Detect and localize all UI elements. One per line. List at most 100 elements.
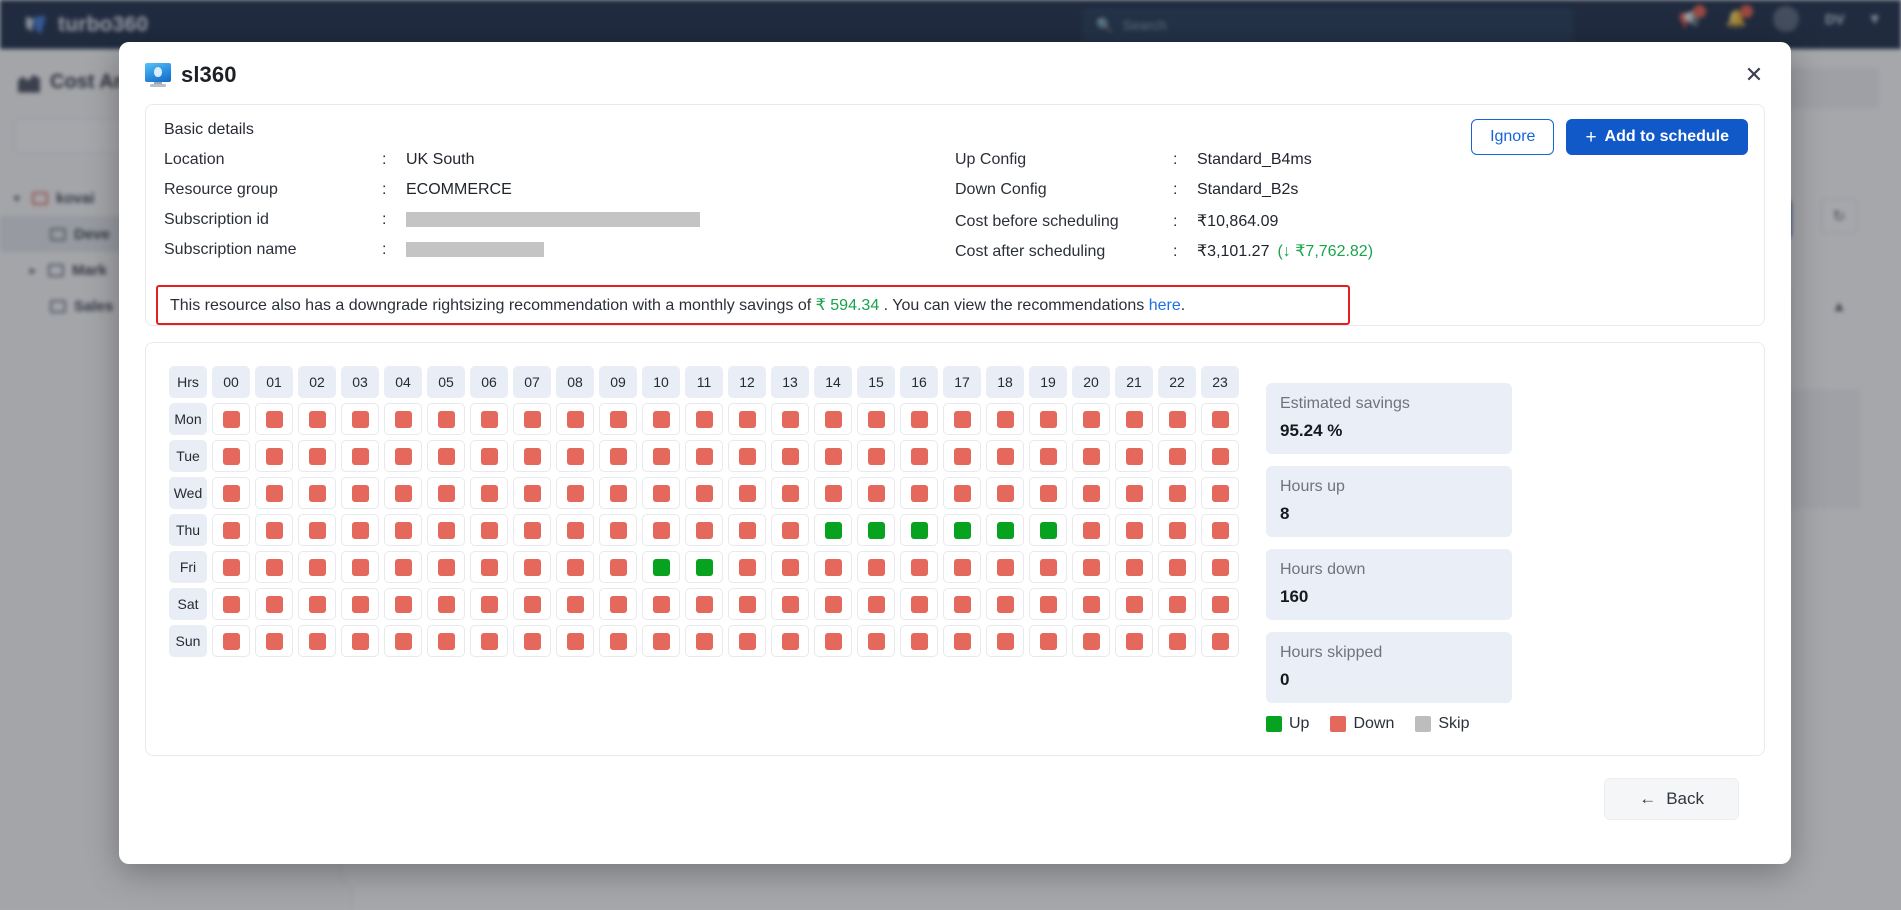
schedule-cell[interactable] [255,514,293,546]
schedule-cell-box[interactable] [943,403,981,435]
schedule-cell[interactable] [943,514,981,546]
schedule-cell[interactable] [642,440,680,472]
schedule-cell[interactable] [685,514,723,546]
schedule-cell-box[interactable] [556,477,594,509]
schedule-cell[interactable] [599,440,637,472]
schedule-cell[interactable] [298,477,336,509]
schedule-cell-box[interactable] [255,625,293,657]
schedule-cell[interactable] [1201,477,1239,509]
schedule-cell-box[interactable] [1201,440,1239,472]
schedule-cell-box[interactable] [427,625,465,657]
schedule-cell-box[interactable] [1029,514,1067,546]
schedule-cell-box[interactable] [900,588,938,620]
schedule-cell-box[interactable] [1115,477,1153,509]
schedule-cell-box[interactable] [814,403,852,435]
schedule-cell[interactable] [814,403,852,435]
schedule-cell[interactable] [599,551,637,583]
schedule-cell[interactable] [513,588,551,620]
schedule-cell[interactable] [1072,625,1110,657]
schedule-cell[interactable] [685,625,723,657]
schedule-cell[interactable] [943,551,981,583]
schedule-cell-box[interactable] [1072,514,1110,546]
schedule-cell[interactable] [341,514,379,546]
schedule-cell-box[interactable] [642,514,680,546]
schedule-cell[interactable] [470,514,508,546]
schedule-cell-box[interactable] [1201,588,1239,620]
schedule-cell[interactable] [857,403,895,435]
schedule-cell[interactable] [685,588,723,620]
schedule-cell-box[interactable] [1115,588,1153,620]
schedule-cell[interactable] [857,588,895,620]
schedule-cell[interactable] [857,551,895,583]
schedule-cell[interactable] [255,588,293,620]
schedule-cell[interactable] [470,440,508,472]
schedule-cell[interactable] [685,551,723,583]
schedule-cell[interactable] [1158,625,1196,657]
schedule-cell-box[interactable] [298,588,336,620]
schedule-cell[interactable] [771,477,809,509]
schedule-cell[interactable] [556,477,594,509]
schedule-cell[interactable] [298,625,336,657]
schedule-cell[interactable] [212,477,250,509]
schedule-cell-box[interactable] [212,551,250,583]
schedule-cell-box[interactable] [255,551,293,583]
schedule-cell[interactable] [685,477,723,509]
schedule-cell[interactable] [642,477,680,509]
schedule-cell-box[interactable] [298,625,336,657]
ignore-button[interactable]: Ignore [1471,119,1555,155]
schedule-cell[interactable] [255,440,293,472]
schedule-cell-box[interactable] [1201,514,1239,546]
schedule-cell-box[interactable] [470,440,508,472]
schedule-cell[interactable] [556,588,594,620]
schedule-cell-box[interactable] [212,625,250,657]
schedule-cell-box[interactable] [1158,477,1196,509]
schedule-cell-box[interactable] [642,477,680,509]
schedule-cell-box[interactable] [1029,477,1067,509]
schedule-cell[interactable] [298,514,336,546]
schedule-cell-box[interactable] [900,551,938,583]
schedule-cell[interactable] [1029,514,1067,546]
schedule-cell-box[interactable] [685,551,723,583]
schedule-cell[interactable] [298,440,336,472]
schedule-cell[interactable] [384,440,422,472]
schedule-cell-box[interactable] [986,514,1024,546]
schedule-cell-box[interactable] [513,477,551,509]
schedule-cell-box[interactable] [1029,625,1067,657]
schedule-cell-box[interactable] [599,551,637,583]
schedule-cell[interactable] [427,625,465,657]
schedule-cell[interactable] [599,588,637,620]
schedule-cell[interactable] [728,440,766,472]
schedule-cell-box[interactable] [943,477,981,509]
schedule-cell[interactable] [470,625,508,657]
schedule-cell[interactable] [599,403,637,435]
schedule-cell-box[interactable] [986,477,1024,509]
schedule-cell[interactable] [341,625,379,657]
schedule-cell-box[interactable] [642,625,680,657]
schedule-cell-box[interactable] [814,477,852,509]
schedule-cell-box[interactable] [728,588,766,620]
schedule-cell-box[interactable] [943,551,981,583]
schedule-cell-box[interactable] [814,514,852,546]
schedule-cell[interactable] [1072,588,1110,620]
schedule-cell[interactable] [642,588,680,620]
schedule-cell-box[interactable] [900,514,938,546]
schedule-cell[interactable] [1115,514,1153,546]
schedule-cell[interactable] [556,551,594,583]
schedule-cell-box[interactable] [642,440,680,472]
schedule-cell-box[interactable] [599,514,637,546]
schedule-cell-box[interactable] [1029,403,1067,435]
schedule-cell[interactable] [857,625,895,657]
schedule-cell[interactable] [986,551,1024,583]
schedule-cell-box[interactable] [255,477,293,509]
schedule-cell[interactable] [900,551,938,583]
schedule-cell[interactable] [728,477,766,509]
schedule-cell-box[interactable] [341,403,379,435]
schedule-cell-box[interactable] [771,514,809,546]
schedule-cell[interactable] [298,403,336,435]
close-icon[interactable]: ✕ [1741,62,1767,88]
schedule-cell[interactable] [900,403,938,435]
schedule-cell-box[interactable] [857,514,895,546]
schedule-cell[interactable] [599,514,637,546]
schedule-cell-box[interactable] [384,551,422,583]
schedule-cell-box[interactable] [1029,440,1067,472]
